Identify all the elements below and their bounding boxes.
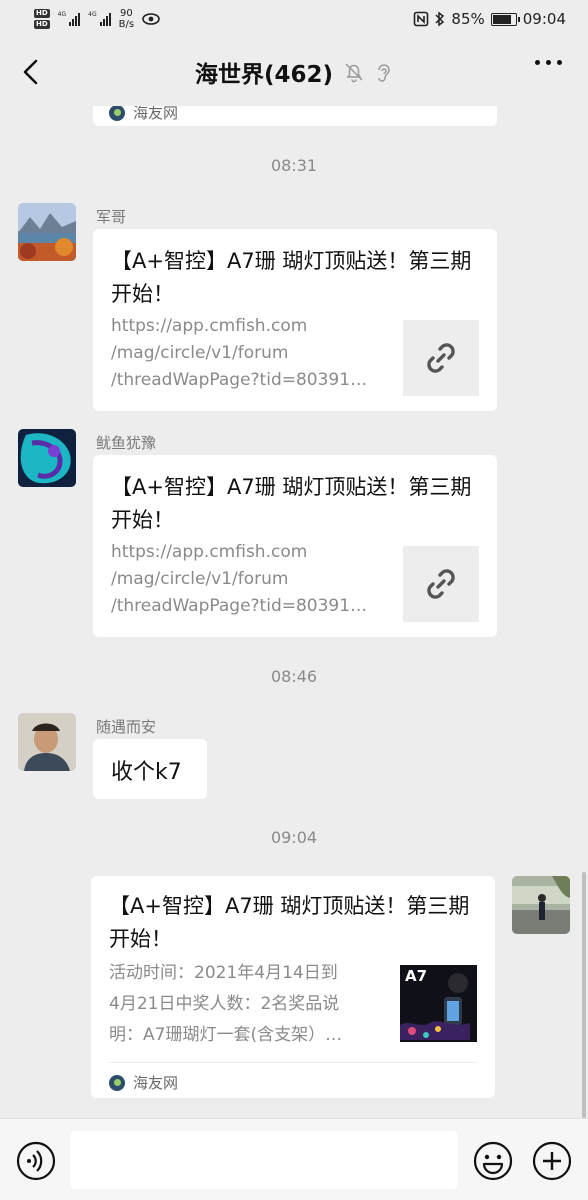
chat-header: 海世界(462) <box>0 38 588 106</box>
status-right: 85% 09:04 <box>413 10 566 28</box>
card-desc-line-3: 明：A7珊瑚灯一套(含支架）… <box>109 1025 343 1045</box>
scrollbar[interactable] <box>582 872 586 1118</box>
sender-name: 鱿鱼犹豫 <box>96 434 157 452</box>
card-title: 【A+智控】A7珊 瑚灯顶贴送！第三期开始！ <box>111 475 472 532</box>
card-title: 【A+智控】A7珊 瑚灯顶贴送！第三期开始！ <box>109 894 470 951</box>
card-desc-line-2: 4月21日中奖人数：2名奖品说 <box>109 994 340 1014</box>
battery-percent: 85% <box>451 10 485 28</box>
source-logo-icon <box>109 106 125 121</box>
more-dots-icon[interactable] <box>535 60 562 65</box>
timestamp: 08:46 <box>270 667 318 686</box>
card-desc-line-1: 活动时间：2021年4月14日到 <box>109 963 338 983</box>
card-source-label: 海友网 <box>133 106 179 122</box>
status-bar: HD HD 4G 4G 90 B/s 85% 09:04 <box>0 0 588 38</box>
battery-icon <box>490 12 520 26</box>
timestamp: 09:04 <box>270 828 318 847</box>
timestamp: 08:31 <box>270 156 318 175</box>
article-thumbnail: A7 <box>400 965 477 1042</box>
card-title: 【A+智控】A7珊 瑚灯顶贴送！第三期开始！ <box>111 249 472 306</box>
avatar[interactable] <box>18 713 76 771</box>
avatar[interactable] <box>18 429 76 487</box>
input-bar <box>0 1118 588 1200</box>
avatar[interactable] <box>18 203 76 261</box>
network-type-1: 4G <box>57 11 67 18</box>
network-speed: 90 B/s <box>119 8 134 30</box>
message-card-partial[interactable]: 海友网 <box>93 106 497 126</box>
hd-badges: HD HD <box>34 9 50 29</box>
emoji-icon[interactable] <box>473 1141 513 1181</box>
article-card[interactable]: 【A+智控】A7珊 瑚灯顶贴送！第三期开始！ 活动时间：2021年4月14日到 … <box>91 876 495 1098</box>
hd-badge-2: HD <box>34 20 50 29</box>
network-speed-unit: B/s <box>118 19 135 30</box>
link-icon <box>427 569 455 599</box>
link-icon <box>427 343 455 373</box>
ear-icon <box>378 64 390 82</box>
message-input[interactable] <box>70 1131 458 1189</box>
thumbnail-label: A7 <box>405 967 428 985</box>
text-message[interactable]: 收个k7 <box>93 739 207 799</box>
chat-area[interactable]: 海友网 08:31 军哥 【A+智控】A7珊 瑚灯顶贴送！第三期开始！ http… <box>0 106 588 1118</box>
voice-icon[interactable] <box>16 1141 56 1181</box>
signal-icon-2: 4G <box>88 11 111 26</box>
network-type-2: 4G <box>88 11 97 18</box>
network-speed-value: 90 <box>119 8 133 19</box>
hd-badge-1: HD <box>34 9 50 18</box>
card-desc-line-2: /mag/circle/v1/forum <box>111 343 289 363</box>
card-source: 海友网 <box>109 106 178 123</box>
source-logo-icon <box>109 1074 125 1091</box>
card-source-label: 海友网 <box>133 1074 179 1092</box>
message-text: 收个k7 <box>111 760 182 785</box>
nfc-icon <box>414 11 429 27</box>
link-card[interactable]: 【A+智控】A7珊 瑚灯顶贴送！第三期开始！ https://app.cmfis… <box>93 455 497 637</box>
card-desc-line-1: https://app.cmfish.com <box>111 542 308 562</box>
sender-name: 军哥 <box>96 208 127 226</box>
eye-icon <box>142 13 160 25</box>
plus-icon[interactable] <box>532 1141 572 1181</box>
card-desc-line-3: /threadWapPage?tid=80391… <box>111 370 368 390</box>
self-avatar[interactable] <box>512 876 570 934</box>
card-desc-line-2: /mag/circle/v1/forum <box>111 569 289 589</box>
battery-fill <box>492 14 512 24</box>
status-left: HD HD 4G 4G 90 B/s <box>34 8 160 30</box>
bell-off-icon <box>345 63 363 83</box>
status-time: 09:04 <box>522 10 566 28</box>
link-thumbnail <box>403 546 479 622</box>
card-desc-line-3: /threadWapPage?tid=80391… <box>111 596 368 616</box>
signal-icon: 4G <box>57 11 81 26</box>
link-card[interactable]: 【A+智控】A7珊 瑚灯顶贴送！第三期开始！ https://app.cmfis… <box>93 229 497 411</box>
link-thumbnail <box>403 320 479 396</box>
chevron-left-icon[interactable] <box>18 58 46 86</box>
chat-title: 海世界(462) <box>194 62 334 88</box>
card-desc-line-1: https://app.cmfish.com <box>111 316 308 336</box>
card-divider <box>109 1062 477 1063</box>
sender-name: 随遇而安 <box>96 718 157 736</box>
card-source: 海友网 <box>109 1072 178 1093</box>
bluetooth-icon <box>435 11 445 27</box>
